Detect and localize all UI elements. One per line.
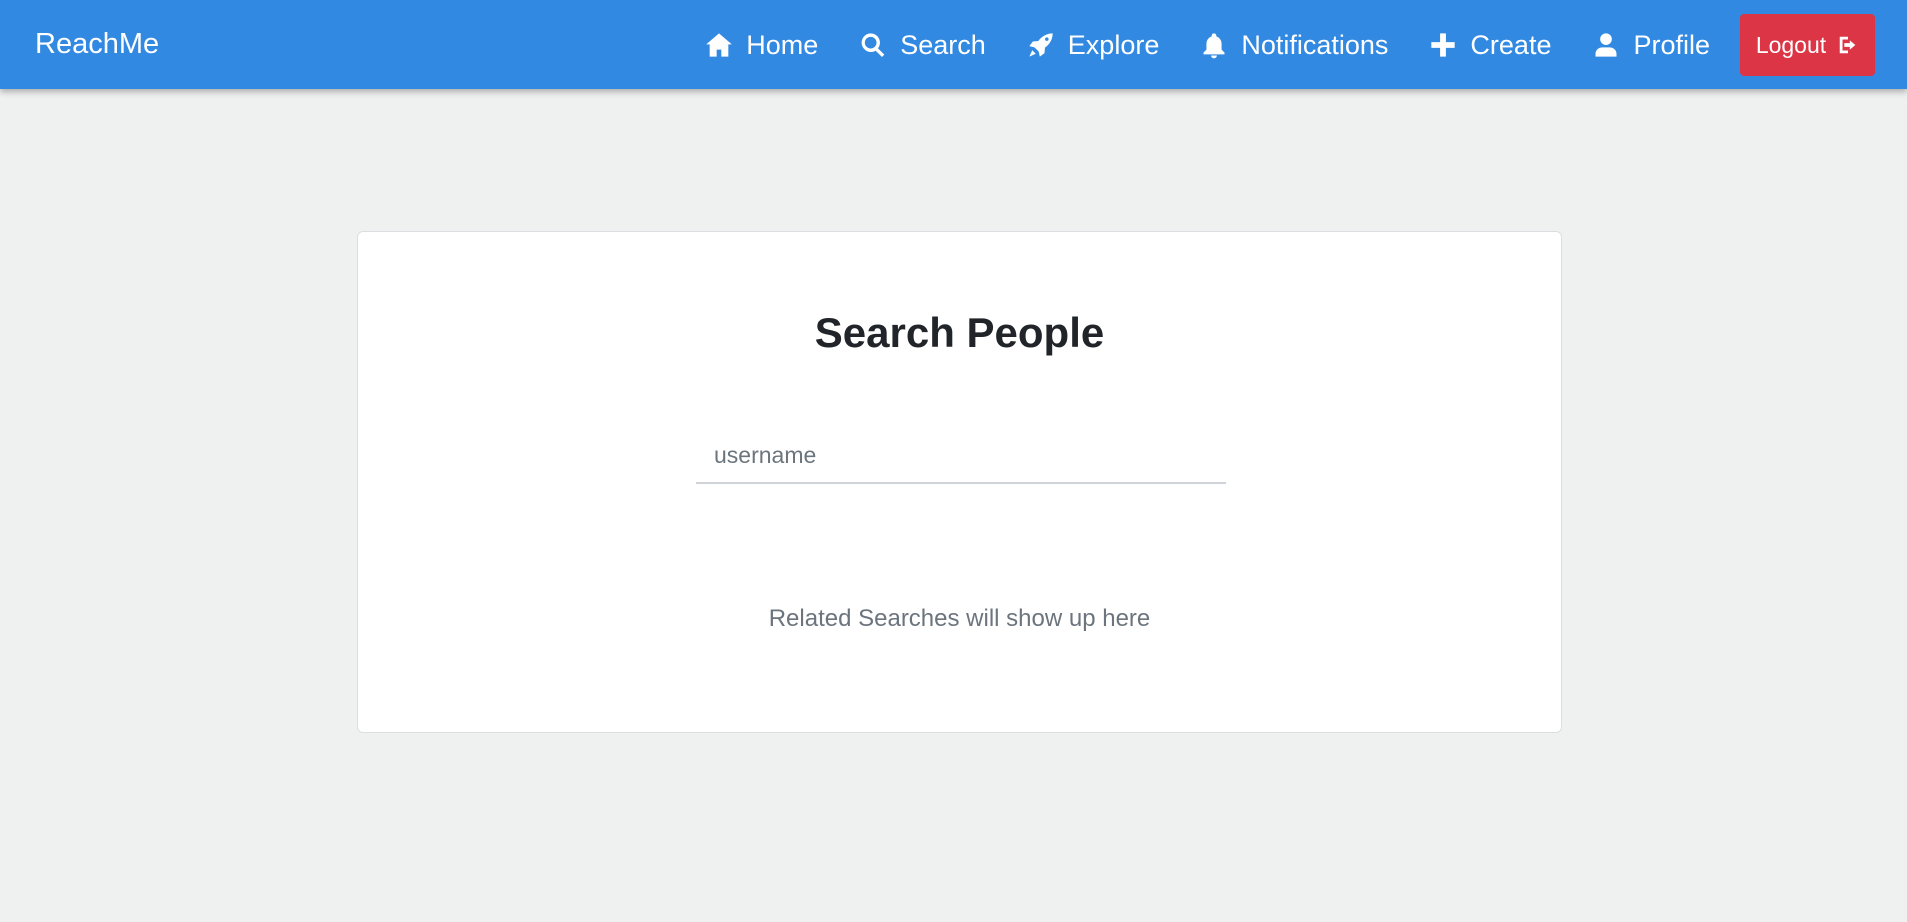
nav-item-label: Explore	[1067, 30, 1160, 60]
username-search-input[interactable]	[696, 428, 1226, 484]
user-icon	[1595, 33, 1617, 57]
nav-item-create[interactable]: Create	[1429, 28, 1551, 62]
nav-item-home[interactable]: Home	[705, 28, 818, 62]
nav-item-label: Notifications	[1241, 30, 1389, 60]
sign-out-icon	[1839, 36, 1856, 54]
plus-icon	[1431, 33, 1456, 57]
logout-button[interactable]: Logout	[1740, 14, 1875, 76]
search-icon	[861, 33, 885, 58]
top-navbar: ReachMe Home Search Explore Notification…	[0, 0, 1907, 89]
nav-item-label: Create	[1470, 30, 1552, 60]
logout-label: Logout	[1755, 31, 1827, 58]
nav-item-profile[interactable]: Profile	[1592, 28, 1710, 62]
nav-menu: Home Search Explore Notifications Create…	[705, 14, 1875, 76]
page-title: Search People	[814, 309, 1105, 356]
bell-icon	[1203, 33, 1225, 59]
related-searches-hint: Related Searches will show up here	[768, 605, 1151, 632]
nav-item-label: Search	[900, 30, 986, 60]
rocket-icon	[1029, 33, 1053, 57]
home-icon	[706, 33, 733, 57]
nav-item-explore[interactable]: Explore	[1027, 28, 1160, 62]
nav-item-notifications[interactable]: Notifications	[1200, 28, 1388, 62]
nav-item-label: Profile	[1633, 30, 1710, 60]
nav-item-label: Home	[746, 30, 819, 60]
nav-item-search[interactable]: Search	[859, 28, 986, 62]
brand-logo[interactable]: ReachMe	[35, 27, 159, 61]
search-card: Search People Related Searches will show…	[357, 231, 1562, 733]
